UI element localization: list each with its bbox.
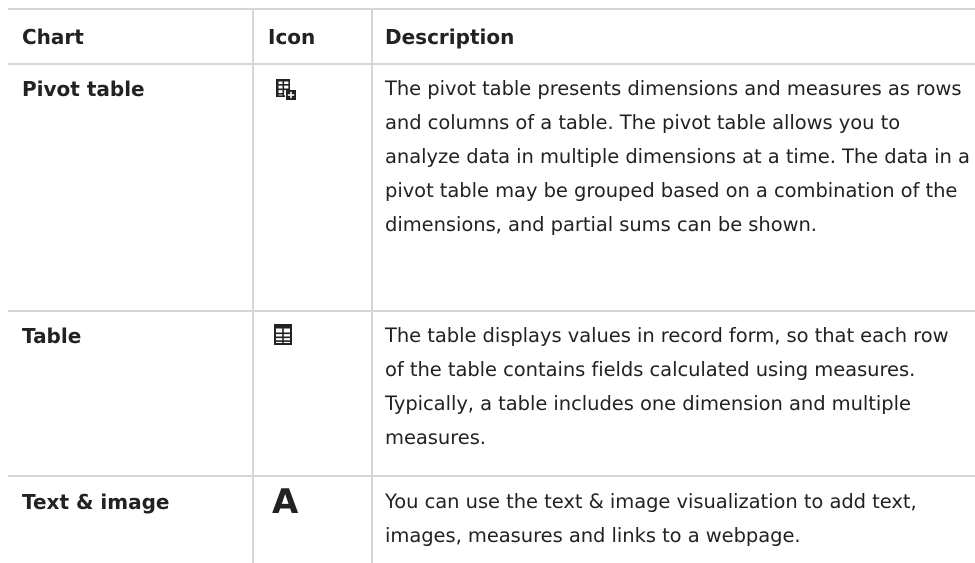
text-image-icon: A: [272, 482, 299, 522]
column-header-description: Description: [385, 25, 515, 49]
chart-types-table: Chart Icon Description Pivot table The p…: [8, 8, 975, 563]
description-text-image: You can use the text & image visualizati…: [385, 490, 917, 547]
column-divider: [371, 8, 373, 563]
description-pivot-table: The pivot table presents dimensions and …: [385, 77, 970, 236]
description-table: The table displays values in record form…: [385, 324, 949, 449]
chart-name-text-image: Text & image: [22, 490, 170, 514]
column-divider: [252, 8, 254, 563]
row-divider: [8, 475, 975, 477]
column-header-icon: Icon: [268, 25, 316, 49]
table-top-border: [8, 8, 975, 10]
chart-name-table: Table: [22, 324, 82, 348]
row-divider: [8, 310, 975, 312]
pivot-table-icon: [275, 78, 297, 106]
header-divider: [8, 63, 975, 65]
table-icon: [274, 324, 294, 350]
chart-name-pivot-table: Pivot table: [22, 77, 145, 101]
column-header-chart: Chart: [22, 25, 84, 49]
